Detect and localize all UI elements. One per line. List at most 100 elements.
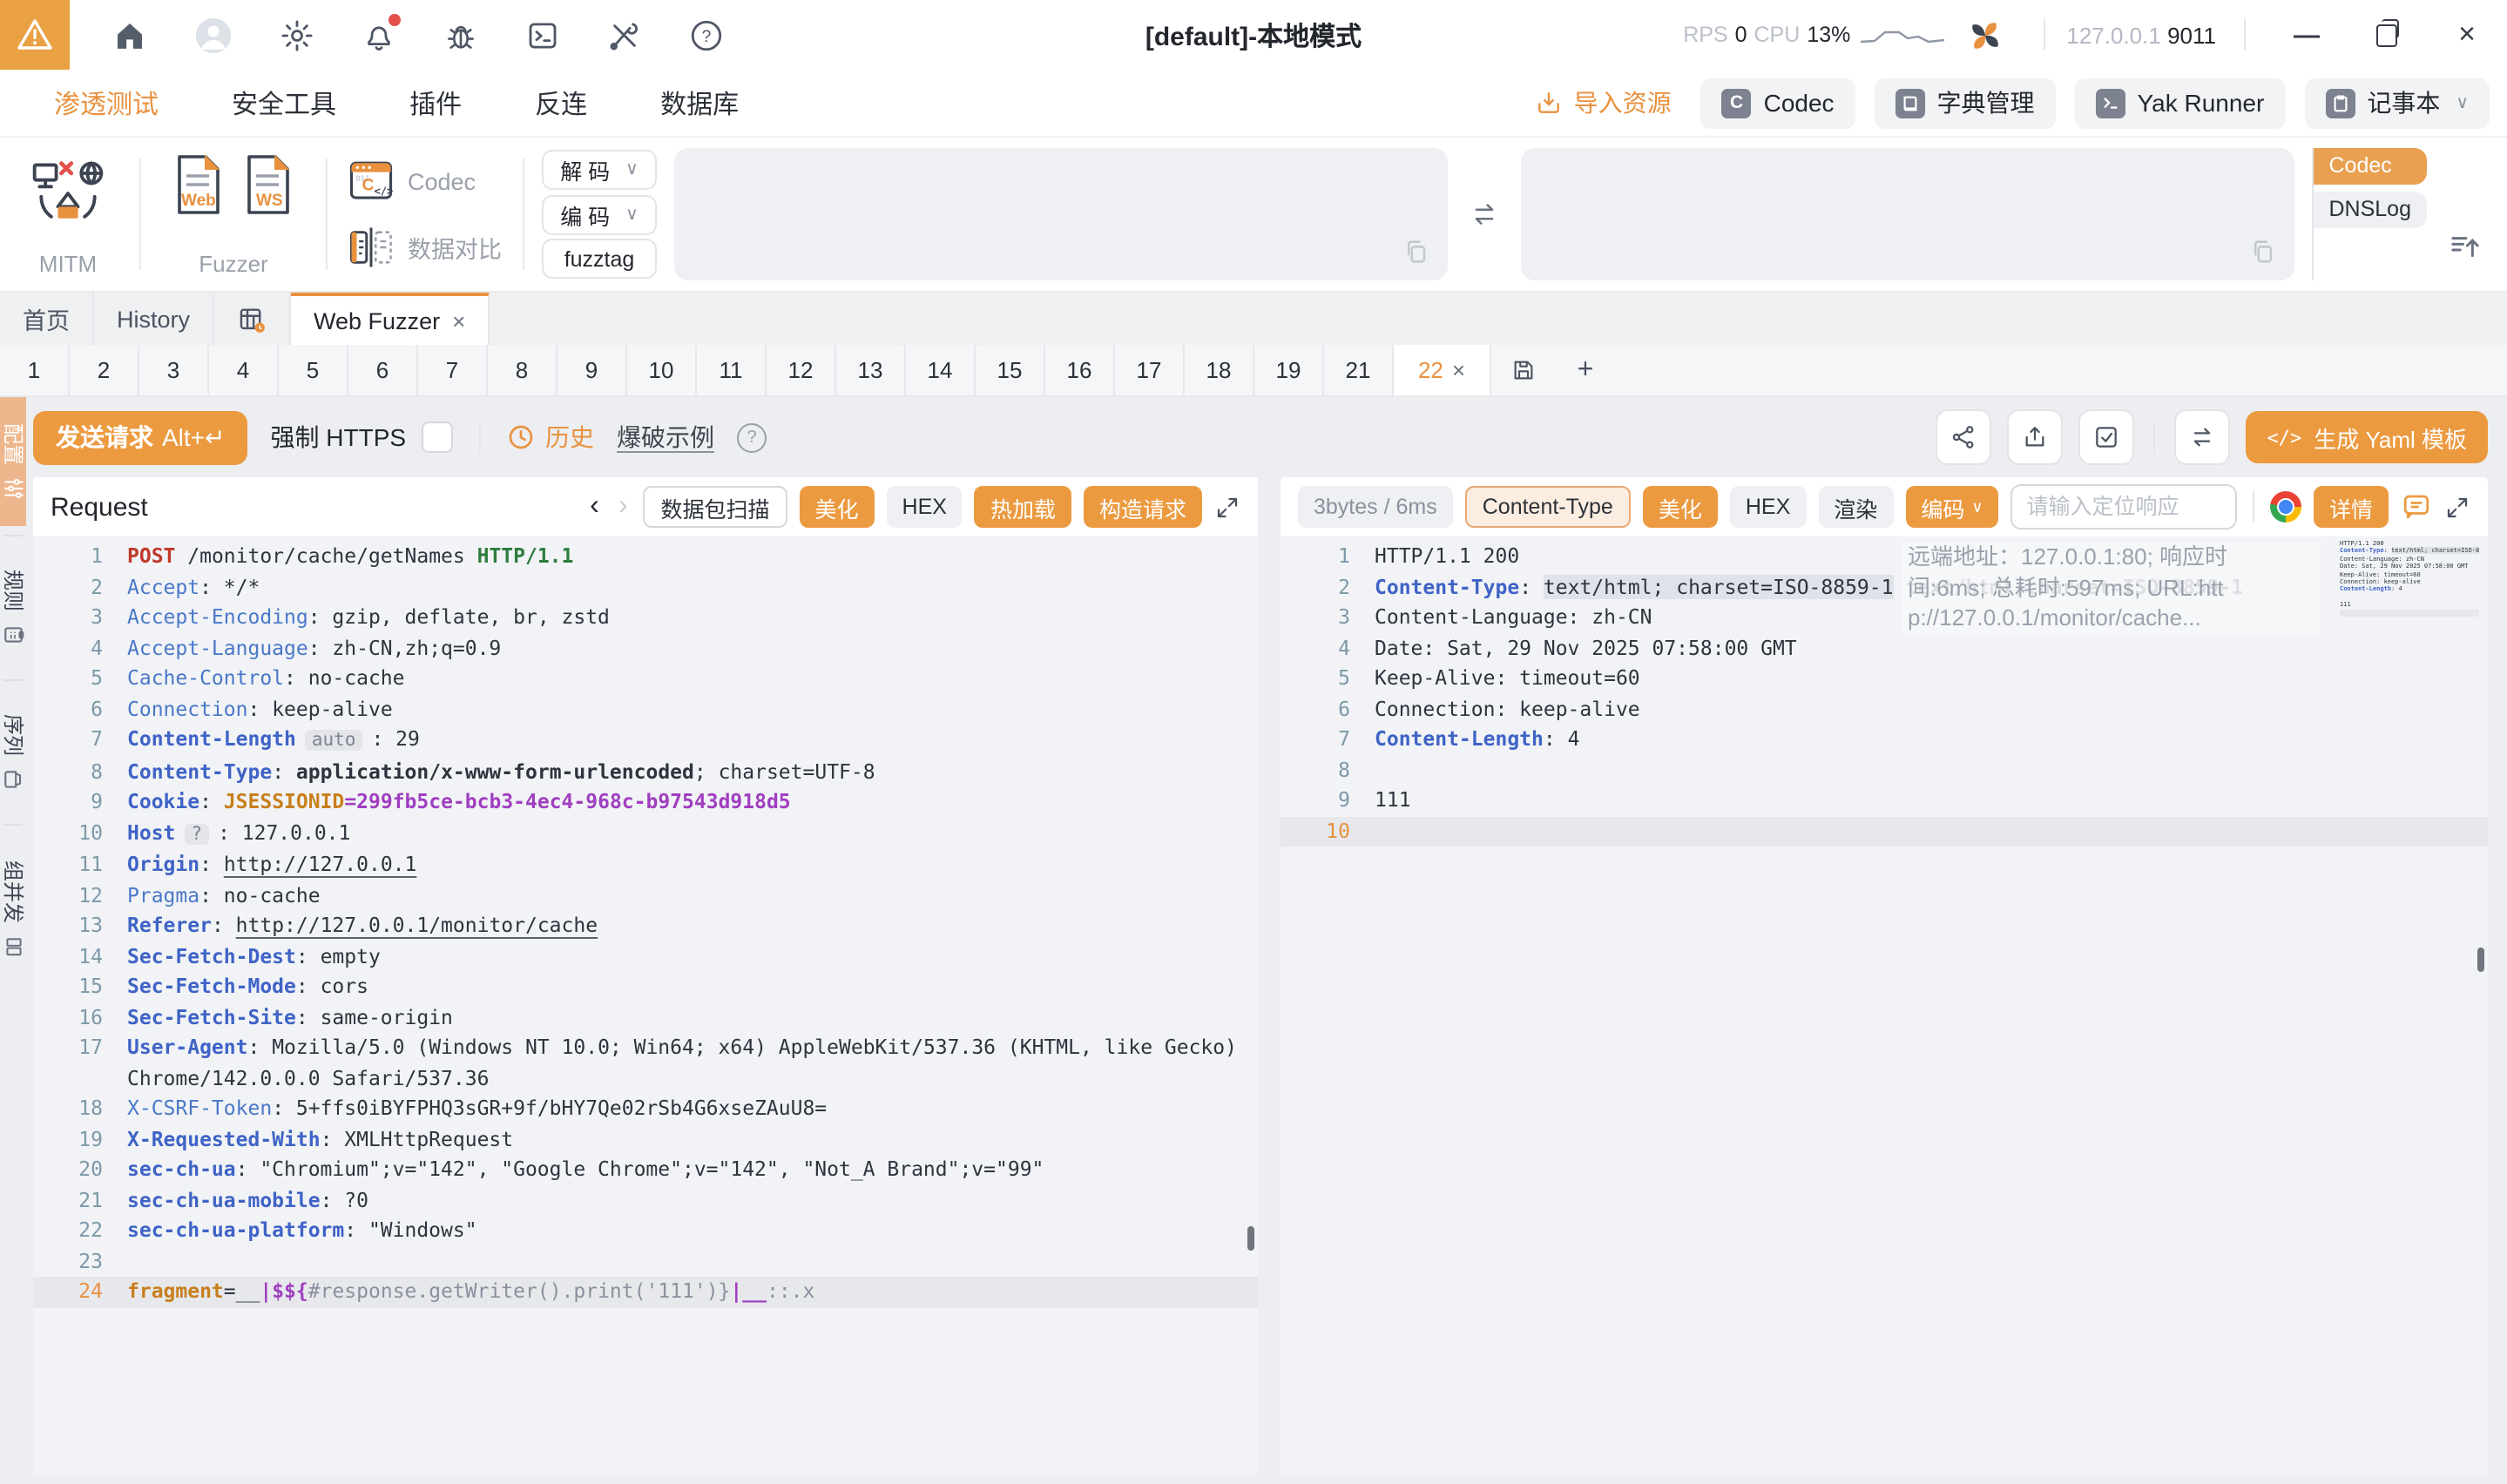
fuzzer-tab-15[interactable]: 15 [976,345,1045,395]
sidebar-tab-sequence[interactable]: 序列 [0,690,26,815]
mitm-shortcut[interactable]: MITM [14,148,122,280]
fuzzer-tab-13[interactable]: 13 [836,345,906,395]
fuzzer-tab-21[interactable]: 21 [1324,345,1394,395]
fuzzer-tab-6[interactable]: 6 [348,345,418,395]
tools-icon[interactable] [606,17,643,53]
edit-packet-button[interactable] [2078,409,2135,465]
settings-gear-icon[interactable] [279,17,315,53]
scrollbar-thumb[interactable] [2477,948,2484,972]
content-type-filter-badge[interactable]: Content-Type [1464,486,1631,528]
packet-scan-button[interactable]: 数据包扫描 [643,486,787,528]
close-tab-icon[interactable]: × [1452,357,1465,383]
codec-output-area[interactable] [1520,148,2294,280]
yak-runner-button[interactable]: Yak Runner [2074,78,2286,128]
response-editor[interactable]: 1 HTTP/1.1 200 2 Content-Type: text/html; c… [1281,536,2488,1475]
fuzzer-tab-8[interactable]: 8 [488,345,557,395]
fuzzer-tab-16[interactable]: 16 [1045,345,1115,395]
force-https-checkbox[interactable] [422,422,454,453]
fuzzer-tab-7[interactable]: 7 [418,345,488,395]
close-tab-icon[interactable]: × [452,307,465,334]
fuzzer-tab-17[interactable]: 17 [1115,345,1185,395]
pinwheel-icon[interactable] [1965,15,2005,55]
hotload-button[interactable]: 热加载 [974,486,1071,528]
beautify-button[interactable]: 美化 [1642,486,1718,528]
export-button[interactable] [2007,409,2064,465]
send-request-button[interactable]: 发送请求 Alt+↵ [33,410,248,464]
construct-request-button[interactable]: 构造请求 [1083,486,1202,528]
fuzzer-tab-14[interactable]: 14 [906,345,976,395]
menu-reverse[interactable]: 反连 [535,84,587,121]
feedback-comment-icon[interactable] [2401,491,2432,523]
save-tabs-button[interactable] [1491,345,1554,395]
close-button[interactable]: × [2427,0,2507,70]
user-avatar[interactable] [193,15,233,55]
undo-chevron-icon[interactable]: ‹ [586,491,603,523]
data-compare-shortcut[interactable]: 数据对比 [348,225,502,270]
generate-yaml-button[interactable]: </> 生成 Yaml 模板 [2246,411,2488,463]
fuzzer-tab-2[interactable]: 2 [70,345,139,395]
notepad-button[interactable]: 记事本 ∨ [2304,78,2490,128]
search-input[interactable] [2012,486,2236,528]
notifications-bell-icon[interactable] [361,13,401,53]
help-icon[interactable]: ? [688,17,725,53]
codec-shortcut[interactable]: 011 C </> Codec [348,159,502,204]
fuzzer-tab-1[interactable]: 1 [0,345,70,395]
hex-button[interactable]: HEX [1729,486,1807,528]
menu-pentest[interactable]: 渗透测试 [54,84,159,121]
fuzzer-tab-12[interactable]: 12 [767,345,836,395]
tab-web-fuzzer[interactable]: Web Fuzzer × [291,293,490,345]
codec-tab[interactable]: Codec [2313,148,2427,185]
fuzzer-tab-18[interactable]: 18 [1185,345,1254,395]
fuzzer-tab-19[interactable]: 19 [1254,345,1324,395]
render-button[interactable]: 渲染 [1818,486,1894,528]
collapse-panel-icon[interactable] [2448,228,2483,263]
codec-tool-button[interactable]: C Codec [1700,78,1855,128]
history-button[interactable]: 历史 [507,420,594,455]
bug-icon[interactable] [443,17,479,53]
encode-button[interactable]: 编码 ∨ [1905,486,1999,528]
minimize-button[interactable]: — [2267,0,2347,70]
import-resource-link[interactable]: 导入资源 [1536,85,1672,120]
redo-chevron-icon[interactable]: › [615,491,632,523]
fullscreen-icon[interactable] [1214,494,1240,520]
codec-input-area[interactable] [674,148,1448,280]
fuzzer-tab-5[interactable]: 5 [279,345,348,395]
tab-history[interactable]: History [94,293,215,345]
menu-database[interactable]: 数据库 [660,84,739,121]
terminal-icon[interactable] [524,17,561,53]
fuzzer-tab-9[interactable]: 9 [557,345,627,395]
minimap[interactable]: HTTP/1.1 200 Content-Type: text/html; cha… [2340,540,2479,617]
tab-db-manager[interactable] [214,293,292,345]
fuzzer-tab-4[interactable]: 4 [209,345,279,395]
fuzzer-tab-22[interactable]: 22 × [1394,345,1491,395]
copy-icon[interactable] [1401,237,1430,266]
fuzzer-tab-10[interactable]: 10 [627,345,697,395]
fuzztag-button[interactable]: fuzztag [542,239,657,279]
restore-button[interactable] [2347,0,2427,70]
dictionary-button[interactable]: 字典管理 [1874,78,2056,128]
request-editor[interactable]: 1 POST /monitor/cache/getNames HTTP/1.1 2 A… [33,536,1258,1475]
share-button[interactable] [1936,409,1992,465]
copy-icon[interactable] [2247,237,2277,266]
home-icon[interactable] [111,17,148,53]
sidebar-tab-config[interactable]: 配置 [0,397,26,526]
sidebar-tab-group-concurrency[interactable]: 组并发 [0,834,26,984]
yakit-logo[interactable] [0,0,70,70]
fuzzer-tab-3[interactable]: 3 [139,345,209,395]
menu-security-tools[interactable]: 安全工具 [232,84,336,121]
swap-io-icon[interactable] [1465,148,1504,280]
beautify-button[interactable]: 美化 [799,486,875,528]
dnslog-tab[interactable]: DNSLog [2313,192,2427,228]
decode-button[interactable]: 解 码 ∨ [542,150,657,190]
blast-example-link[interactable]: 爆破示例 [617,420,714,455]
menu-plugins[interactable]: 插件 [409,84,462,121]
add-tab-button[interactable]: + [1554,345,1617,395]
fullscreen-icon[interactable] [2444,494,2470,520]
help-question-icon[interactable]: ? [737,422,767,452]
encode-button[interactable]: 编 码 ∨ [542,194,657,234]
fuzzer-tab-11[interactable]: 11 [697,345,767,395]
open-in-browser-icon[interactable] [2269,491,2301,523]
scrollbar-thumb[interactable] [1247,1226,1254,1251]
swap-layout-button[interactable] [2174,409,2231,465]
sidebar-tab-rules[interactable]: 规则 [0,545,26,671]
